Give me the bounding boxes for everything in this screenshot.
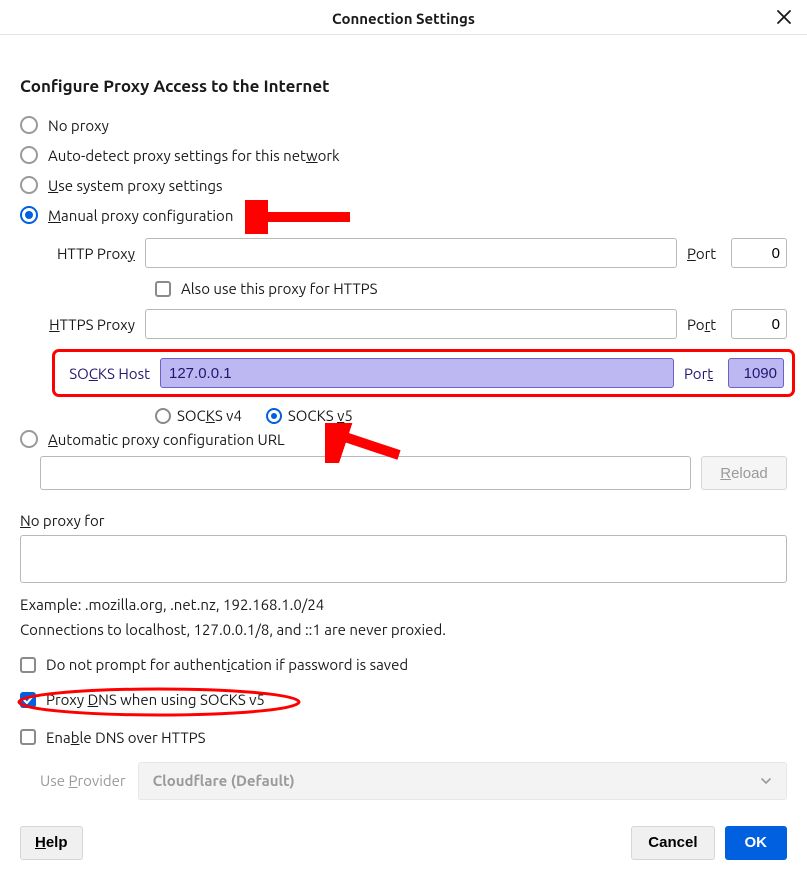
radio-label: Automatic proxy configuration URL [48,431,285,448]
radio-auto-detect[interactable]: Auto-detect proxy settings for this netw… [20,140,787,170]
radio-icon [20,176,38,194]
checkbox-label: Do not prompt for authentication if pass… [46,656,408,673]
no-proxy-example: Example: .mozilla.org, .net.nz, 192.168.… [20,596,787,613]
auto-config-url-row: Reload [40,456,787,490]
no-proxy-note: Connections to localhost, 127.0.0.1/8, a… [20,621,787,638]
check-enable-doh[interactable]: Enable DNS over HTTPS [20,729,787,746]
radio-label: Manual proxy configuration [48,207,233,224]
radio-socks-v4[interactable]: SOCKS v4 [155,407,242,424]
reload-button[interactable]: Reload [701,456,787,490]
socks-version-row: SOCKS v4 SOCKS v5 [40,407,787,424]
cancel-button[interactable]: Cancel [631,826,714,860]
auto-config-url-input[interactable] [40,456,691,490]
http-proxy-row: HTTP Proxy Port [40,238,787,268]
radio-icon [266,408,282,424]
radio-icon [155,408,171,424]
window-title: Connection Settings [332,10,475,27]
https-proxy-row: HTTPS Proxy Port [40,309,787,339]
provider-row: Use Provider Cloudflare (Default) [20,762,787,800]
https-proxy-input[interactable] [145,309,677,339]
section-heading: Configure Proxy Access to the Internet [20,77,787,96]
no-proxy-label: No proxy for [20,512,787,529]
provider-select[interactable]: Cloudflare (Default) [138,762,787,800]
radio-label: SOCKS v5 [288,407,353,424]
radio-icon [20,430,38,448]
radio-socks-v5[interactable]: SOCKS v5 [266,407,353,424]
socks-host-input[interactable] [160,358,674,388]
radio-icon [20,116,38,134]
socks-host-row: SOCKS Host Port [63,358,784,388]
http-proxy-input[interactable] [145,238,677,268]
chevron-down-icon [760,775,772,787]
titlebar: Connection Settings [0,0,807,35]
radio-icon [20,146,38,164]
dns-highlight-ellipse: Proxy DNS when using SOCKS v5 [20,691,265,708]
no-proxy-textarea[interactable] [20,535,787,583]
also-https-label: Also use this proxy for HTTPS [181,280,378,297]
also-https-row[interactable]: Also use this proxy for HTTPS [40,276,787,301]
https-proxy-label: HTTPS Proxy [40,316,135,333]
checkmark-icon [22,694,34,706]
socks-host-label: SOCKS Host [63,365,150,382]
http-port-label: Port [687,245,721,262]
checkbox-icon [20,729,36,745]
radio-manual-proxy[interactable]: Manual proxy configuration [20,200,787,230]
radio-label: Auto-detect proxy settings for this netw… [48,147,340,164]
socks-port-label: Port [684,365,718,382]
socks-port-input[interactable] [728,358,784,388]
check-no-prompt[interactable]: Do not prompt for authentication if pass… [20,656,787,673]
radio-label: SOCKS v4 [177,407,242,424]
radio-no-proxy[interactable]: No proxy [20,110,787,140]
proxy-form: HTTP Proxy Port Also use this proxy for … [40,238,787,424]
dialog-footer: Help Cancel OK [20,826,787,860]
checkbox-label: Proxy DNS when using SOCKS v5 [46,691,265,708]
dialog-body: Configure Proxy Access to the Internet N… [0,35,807,872]
check-proxy-dns[interactable]: Proxy DNS when using SOCKS v5 [20,691,265,708]
ok-button[interactable]: OK [725,826,788,860]
help-button[interactable]: Help [20,826,83,860]
radio-system-proxy[interactable]: Use system proxy settings [20,170,787,200]
radio-label: No proxy [48,117,109,134]
close-icon [775,8,793,26]
socks-highlight-box: SOCKS Host Port [52,349,795,397]
checkbox-icon [20,657,36,673]
checkbox-label: Enable DNS over HTTPS [46,729,206,746]
provider-value: Cloudflare (Default) [153,772,295,789]
checkbox-icon [155,281,171,297]
radio-label: Use system proxy settings [48,177,223,194]
close-button[interactable] [775,8,793,26]
radio-auto-config[interactable]: Automatic proxy configuration URL [20,424,787,454]
https-port-label: Port [687,316,721,333]
provider-label: Use Provider [40,772,126,789]
checkbox-icon [20,692,36,708]
https-port-input[interactable] [731,309,787,339]
http-port-input[interactable] [731,238,787,268]
radio-icon [20,206,38,224]
http-proxy-label: HTTP Proxy [40,245,135,262]
